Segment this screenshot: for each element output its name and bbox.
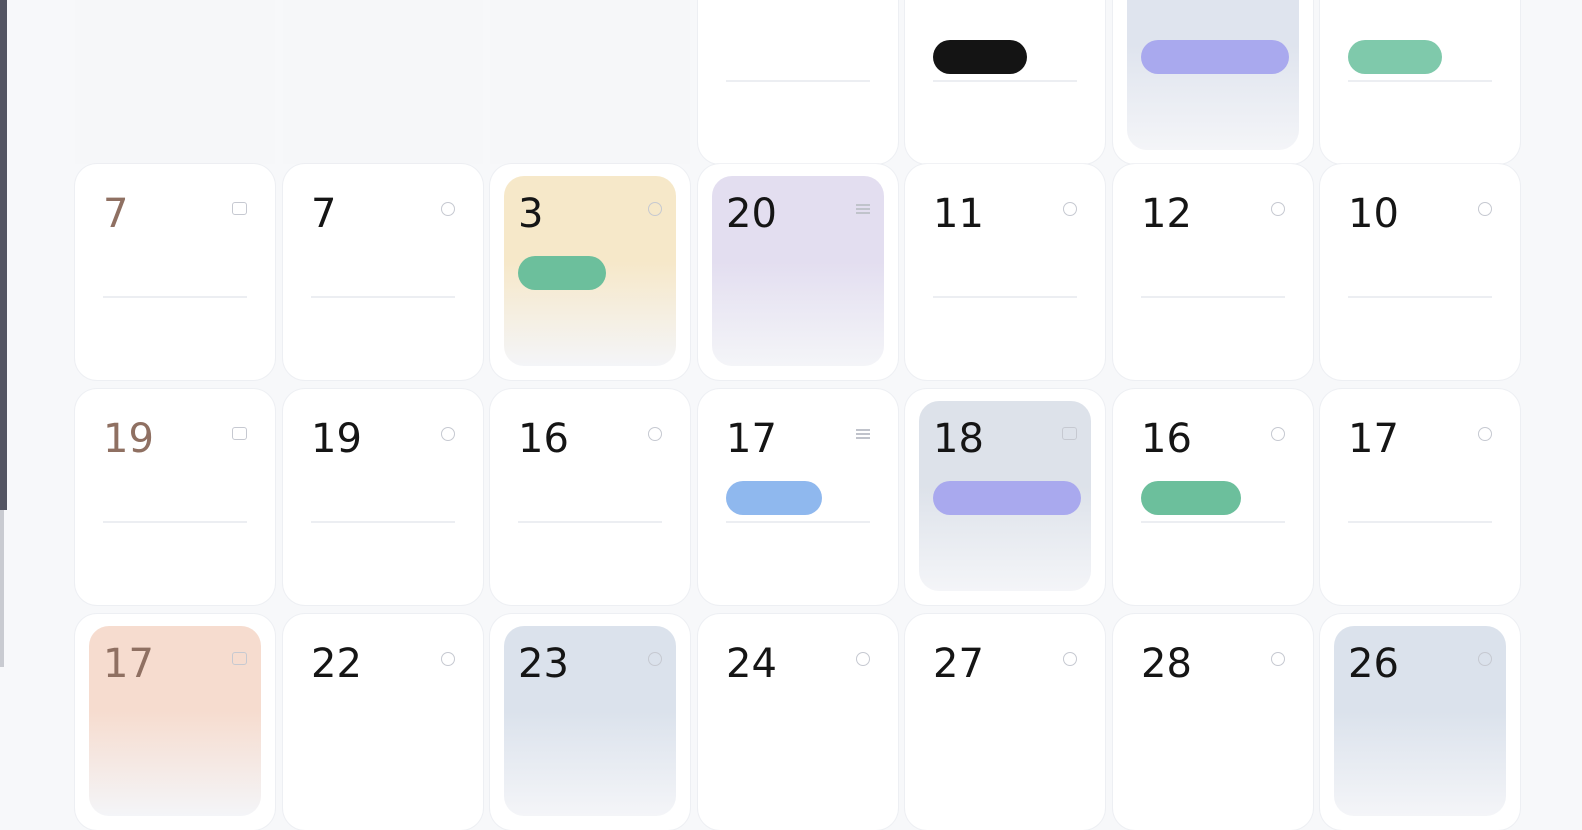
day-number: 12 [1141, 191, 1192, 237]
info-circle-icon[interactable] [1478, 427, 1492, 441]
day-number: 28 [1141, 641, 1192, 687]
divider [311, 296, 455, 298]
calendar-day-cell[interactable]: 12 [1113, 164, 1313, 380]
info-circle-icon[interactable] [648, 202, 662, 216]
calendar-day-cell[interactable]: 16 [490, 389, 690, 605]
day-number: 17 [726, 416, 777, 462]
square-icon[interactable] [232, 652, 247, 665]
calendar-grid: 7 7 3 20 11 12 10 19 19 16 17 18 16 17 17 22 23 24 27 28 26 [0, 0, 1582, 830]
info-circle-icon[interactable] [1063, 652, 1077, 666]
calendar-day-cell[interactable]: 22 [283, 614, 483, 830]
calendar-day-cell[interactable]: 7 [283, 164, 483, 380]
calendar-day-cell[interactable] [1320, 0, 1520, 164]
calendar-day-cell [490, 0, 690, 164]
day-number: 7 [311, 191, 337, 237]
info-circle-icon[interactable] [441, 652, 455, 666]
calendar-day-cell[interactable]: 24 [698, 614, 898, 830]
day-number: 16 [1141, 416, 1192, 462]
info-circle-icon[interactable] [1271, 202, 1285, 216]
calendar-day-cell[interactable]: 16 [1113, 389, 1313, 605]
info-circle-icon[interactable] [1478, 652, 1492, 666]
calendar-day-cell[interactable]: 17 [698, 389, 898, 605]
event-tag[interactable] [933, 40, 1027, 74]
day-number: 3 [518, 191, 544, 237]
divider [103, 521, 247, 523]
calendar-day-cell[interactable]: 3 [490, 164, 690, 380]
divider [933, 80, 1077, 82]
day-number: 22 [311, 641, 362, 687]
divider [1348, 521, 1492, 523]
calendar-day-cell[interactable]: 17 [1320, 389, 1520, 605]
event-tag[interactable] [1141, 481, 1241, 515]
divider [933, 296, 1077, 298]
calendar-day-cell[interactable]: 26 [1320, 614, 1520, 830]
divider [1141, 521, 1285, 523]
event-tag[interactable] [726, 481, 822, 515]
info-circle-icon[interactable] [648, 652, 662, 666]
calendar-day-cell[interactable]: 20 [698, 164, 898, 380]
day-number: 26 [1348, 641, 1399, 687]
divider [726, 521, 870, 523]
event-tag[interactable] [1141, 40, 1289, 74]
calendar-day-cell[interactable]: 10 [1320, 164, 1520, 380]
calendar-day-cell[interactable] [1113, 0, 1313, 164]
info-circle-icon[interactable] [441, 202, 455, 216]
divider [311, 521, 455, 523]
calendar-day-cell [75, 0, 275, 164]
square-icon[interactable] [1062, 427, 1077, 440]
day-number: 7 [103, 191, 129, 237]
calendar-day-cell[interactable] [698, 0, 898, 164]
calendar-day-cell[interactable]: 11 [905, 164, 1105, 380]
info-circle-icon[interactable] [1271, 652, 1285, 666]
square-icon[interactable] [232, 202, 247, 215]
day-highlight [1127, 0, 1299, 150]
divider [1141, 296, 1285, 298]
calendar-day-cell[interactable]: 18 [905, 389, 1105, 605]
menu-lines-icon[interactable] [856, 427, 870, 441]
day-number: 19 [103, 416, 154, 462]
info-circle-icon[interactable] [441, 427, 455, 441]
calendar-day-cell[interactable]: 27 [905, 614, 1105, 830]
info-circle-icon[interactable] [856, 652, 870, 666]
event-tag[interactable] [518, 256, 606, 290]
info-circle-icon[interactable] [1271, 427, 1285, 441]
calendar-day-cell[interactable]: 17 [75, 614, 275, 830]
calendar-day-cell [283, 0, 483, 164]
menu-lines-icon[interactable] [856, 202, 870, 216]
day-number: 16 [518, 416, 569, 462]
divider [103, 296, 247, 298]
calendar-day-cell[interactable] [905, 0, 1105, 164]
divider [726, 80, 870, 82]
divider [1348, 80, 1492, 82]
calendar-day-cell[interactable]: 7 [75, 164, 275, 380]
calendar-day-cell[interactable]: 19 [75, 389, 275, 605]
day-number: 27 [933, 641, 984, 687]
calendar-day-cell[interactable]: 23 [490, 614, 690, 830]
day-number: 17 [1348, 416, 1399, 462]
square-icon[interactable] [232, 427, 247, 440]
day-number: 19 [311, 416, 362, 462]
event-tag[interactable] [1348, 40, 1442, 74]
event-tag[interactable] [933, 481, 1081, 515]
day-number: 20 [726, 191, 777, 237]
day-number: 11 [933, 191, 984, 237]
day-number: 17 [103, 641, 154, 687]
info-circle-icon[interactable] [648, 427, 662, 441]
calendar-day-cell[interactable]: 19 [283, 389, 483, 605]
divider [1348, 296, 1492, 298]
day-number: 10 [1348, 191, 1399, 237]
day-number: 23 [518, 641, 569, 687]
day-number: 24 [726, 641, 777, 687]
divider [518, 521, 662, 523]
calendar-day-cell[interactable]: 28 [1113, 614, 1313, 830]
day-number: 18 [933, 416, 984, 462]
info-circle-icon[interactable] [1063, 202, 1077, 216]
info-circle-icon[interactable] [1478, 202, 1492, 216]
